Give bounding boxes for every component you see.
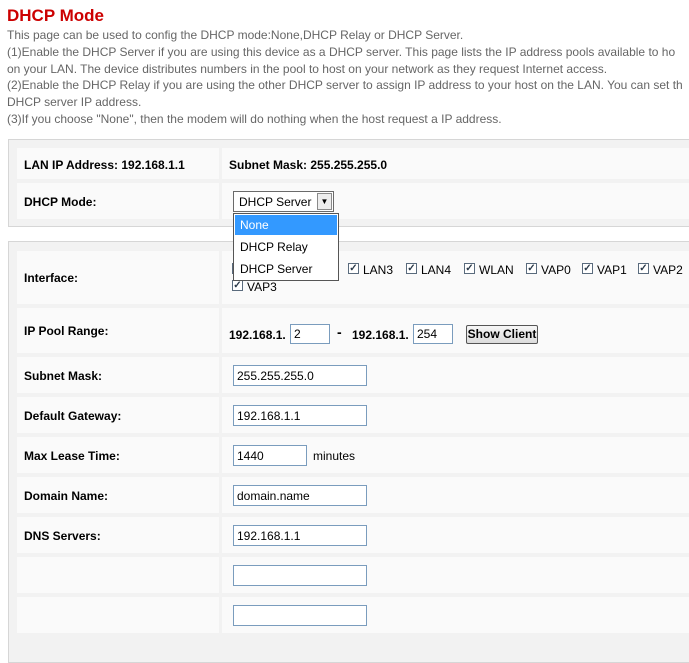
subnet-mask-label: Subnet Mask: (24, 369, 103, 383)
description-line: This page can be used to config the DHCP… (7, 28, 464, 42)
dns-server-3-input[interactable] (233, 605, 367, 626)
interface-checkbox-vap1[interactable]: ✓ (582, 263, 593, 274)
page-description: This page can be used to config the DHCP… (7, 27, 689, 128)
show-client-button[interactable]: Show Client (466, 325, 538, 344)
ip-pool-end-prefix: 192.168.1. (352, 328, 409, 342)
description-line: (3)If you choose "None", then the modem … (7, 111, 502, 126)
page-title: DHCP Mode (7, 6, 104, 25)
dhcp-mode-selected-value: DHCP Server (239, 195, 312, 209)
ip-pool-end-input[interactable] (413, 324, 453, 344)
subnet-mask-input[interactable] (233, 365, 367, 386)
dns-server-2-input[interactable] (233, 565, 367, 586)
description-line: DHCP server IP address. (7, 95, 142, 110)
max-lease-time-label: Max Lease Time: (24, 449, 120, 463)
dhcp-mode-select[interactable]: DHCP Server ▼ (233, 191, 334, 212)
description-line: (2)Enable the DHCP Relay if you are usin… (7, 78, 683, 93)
interface-label-wlan: WLAN (479, 263, 514, 277)
interface-label: Interface: (24, 271, 79, 285)
interface-label-lan3: LAN3 (363, 263, 394, 277)
lan-subnet-mask-label: Subnet Mask: 255.255.255.0 (229, 158, 388, 172)
ip-pool-start-input[interactable] (290, 324, 330, 344)
interface-label-vap1: VAP1 (597, 263, 627, 277)
domain-name-label: Domain Name: (24, 489, 109, 503)
dns-server-1-input[interactable] (233, 525, 367, 546)
interface-checkbox-vap3[interactable]: ✓ (232, 280, 243, 291)
default-gateway-label: Default Gateway: (24, 409, 122, 423)
interface-checkbox-lan3[interactable]: ✓ (348, 263, 359, 274)
chevron-down-icon[interactable]: ▼ (317, 193, 332, 210)
max-lease-time-unit: minutes (313, 449, 356, 463)
interface-label-lan4: LAN4 (421, 263, 452, 277)
dhcp-mode-label: DHCP Mode: (24, 195, 97, 209)
description-line: on your LAN. The device distributes numb… (7, 61, 608, 76)
dns-servers-label: DNS Servers: (24, 529, 101, 543)
default-gateway-input[interactable] (233, 405, 367, 426)
dhcp-mode-option-server[interactable]: DHCP Server (235, 259, 337, 279)
dhcp-mode-dropdown-list: None DHCP Relay DHCP Server (233, 213, 339, 281)
dhcp-mode-option-relay[interactable]: DHCP Relay (235, 237, 337, 257)
description-line: (1)Enable the DHCP Server if you are usi… (7, 44, 676, 59)
lan-ip-label: LAN IP Address: 192.168.1.1 (24, 158, 185, 172)
max-lease-time-input[interactable] (233, 445, 307, 466)
ip-pool-start-prefix: 192.168.1. (229, 328, 286, 342)
interface-checkbox-vap0[interactable]: ✓ (526, 263, 537, 274)
interface-label-vap2: VAP2 (653, 263, 683, 277)
dhcp-mode-option-none[interactable]: None (235, 215, 337, 235)
interface-checkbox-vap2[interactable]: ✓ (638, 263, 649, 274)
domain-name-input[interactable] (233, 485, 367, 506)
ip-pool-range-dash: - (337, 324, 342, 340)
interface-checkbox-lan4[interactable]: ✓ (406, 263, 417, 274)
ip-pool-label: IP Pool Range: (24, 324, 109, 338)
interface-label-vap3: VAP3 (247, 280, 277, 294)
interface-checkbox-wlan[interactable]: ✓ (464, 263, 475, 274)
interface-label-vap0: VAP0 (541, 263, 571, 277)
